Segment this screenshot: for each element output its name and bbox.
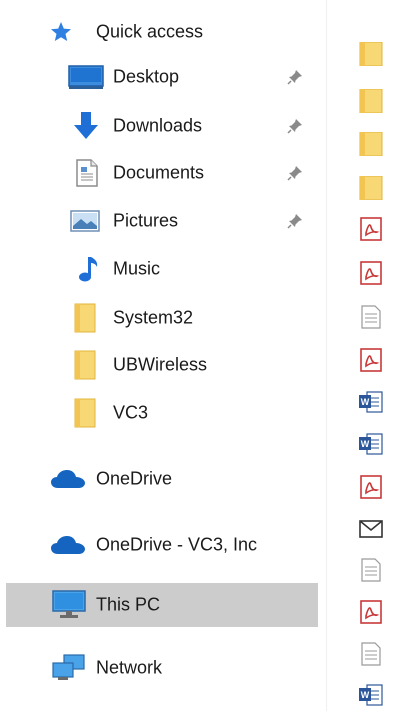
pdf-file-icon <box>360 475 382 499</box>
folder-file-icon <box>359 176 383 200</box>
desktop-icon <box>68 65 104 89</box>
nav-label: Network <box>96 657 163 678</box>
pictures-icon <box>70 210 100 232</box>
nav-item-documents[interactable]: Documents <box>0 151 318 195</box>
nav-item-music[interactable]: Music <box>0 247 318 291</box>
nav-label: OneDrive - VC3, Inc <box>96 534 258 555</box>
file-row[interactable]: W <box>356 683 402 707</box>
pdf-file-icon <box>360 217 382 241</box>
nav-network[interactable]: Network <box>0 646 318 690</box>
file-row[interactable] <box>356 42 402 66</box>
computer-icon <box>52 590 86 618</box>
downloads-icon <box>74 112 98 139</box>
nav-item-vc3[interactable]: VC3 <box>0 391 318 435</box>
folder-file-icon <box>359 89 383 113</box>
file-row[interactable]: W <box>356 390 402 414</box>
file-list: W W W <box>356 0 402 711</box>
nav-label: VC3 <box>113 402 149 423</box>
word-file-icon: W <box>359 433 383 455</box>
nav-label: System32 <box>113 307 194 328</box>
file-row[interactable] <box>356 642 402 666</box>
nav-quick-access[interactable]: Quick access <box>0 10 318 54</box>
folder-file-icon <box>359 42 383 66</box>
pane-divider <box>326 0 327 711</box>
pdf-file-icon <box>360 600 382 624</box>
network-icon <box>52 654 85 680</box>
nav-label: Downloads <box>113 115 203 136</box>
file-row[interactable] <box>356 600 402 624</box>
nav-label: Desktop <box>113 66 180 87</box>
nav-label: Quick access <box>96 21 204 42</box>
navigation-pane: Quick access Desktop Downloads Documents… <box>0 0 326 711</box>
file-row[interactable] <box>356 558 402 582</box>
file-row[interactable] <box>356 89 402 113</box>
file-row[interactable] <box>356 176 402 200</box>
nav-item-ubwireless[interactable]: UBWireless <box>0 343 318 387</box>
word-file-icon: W <box>359 391 383 413</box>
mail-file-icon <box>359 520 383 538</box>
nav-label: This PC <box>96 594 161 615</box>
word-file-icon: W <box>359 684 383 706</box>
text-file-icon <box>361 642 381 666</box>
nav-item-desktop[interactable]: Desktop <box>0 55 318 99</box>
file-row[interactable] <box>356 305 402 329</box>
nav-item-system32[interactable]: System32 <box>0 296 318 340</box>
pin-icon[interactable] <box>286 68 304 86</box>
pin-icon[interactable] <box>286 164 304 182</box>
nav-onedrive-vc3[interactable]: OneDrive - VC3, Inc <box>0 523 318 567</box>
nav-label: Music <box>113 258 161 279</box>
star-icon <box>51 22 71 41</box>
folder-icon <box>74 398 96 428</box>
nav-label: Pictures <box>113 210 179 231</box>
file-row[interactable] <box>356 475 402 499</box>
file-row[interactable] <box>356 348 402 372</box>
documents-icon <box>76 159 98 187</box>
nav-label: UBWireless <box>113 354 208 375</box>
text-file-icon <box>361 305 381 329</box>
text-file-icon <box>361 558 381 582</box>
pdf-file-icon <box>360 348 382 372</box>
file-row[interactable]: W <box>356 432 402 456</box>
pin-icon[interactable] <box>286 212 304 230</box>
svg-text:W: W <box>361 439 370 449</box>
svg-text:W: W <box>361 690 370 700</box>
music-icon <box>79 257 98 282</box>
file-row[interactable] <box>356 217 402 241</box>
folder-file-icon <box>359 132 383 156</box>
cloud-icon <box>51 470 85 488</box>
pdf-file-icon <box>360 261 382 285</box>
nav-item-pictures[interactable]: Pictures <box>0 199 318 243</box>
folder-icon <box>74 350 96 380</box>
file-row[interactable] <box>356 132 402 156</box>
nav-onedrive[interactable]: OneDrive <box>0 457 318 501</box>
file-row[interactable] <box>356 517 402 541</box>
folder-icon <box>74 303 96 333</box>
nav-item-downloads[interactable]: Downloads <box>0 104 318 148</box>
nav-this-pc[interactable]: This PC <box>6 583 318 627</box>
file-row[interactable] <box>356 261 402 285</box>
pin-icon[interactable] <box>286 117 304 135</box>
cloud-icon <box>51 536 85 554</box>
svg-text:W: W <box>361 397 370 407</box>
nav-label: Documents <box>113 162 205 183</box>
nav-label: OneDrive <box>96 468 173 489</box>
